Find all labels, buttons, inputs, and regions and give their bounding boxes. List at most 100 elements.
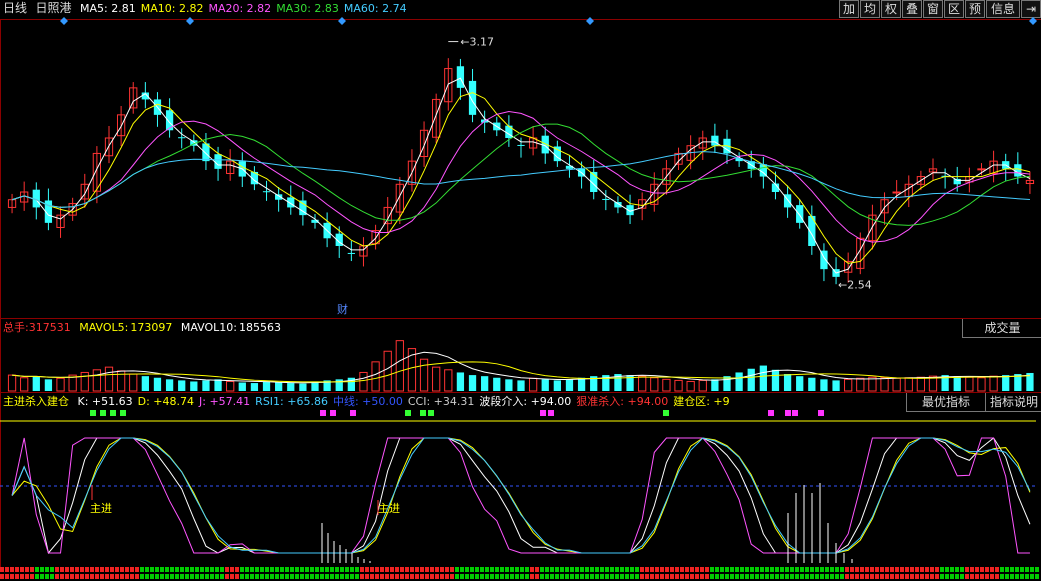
strip-cell — [370, 574, 374, 579]
strip-cell — [510, 574, 514, 579]
volume-bar-32 — [395, 340, 404, 392]
strip-cell — [455, 567, 459, 572]
strip-cell — [195, 567, 199, 572]
strip-cell — [215, 567, 219, 572]
strip-cell — [90, 567, 94, 572]
strip-cell — [405, 567, 409, 572]
strip-cell — [370, 567, 374, 572]
best-indicator-button[interactable]: 最优指标 — [906, 393, 985, 412]
strip-cell — [835, 567, 839, 572]
strip-cell — [340, 567, 344, 572]
strip-cell — [85, 574, 89, 579]
strip-cell — [105, 567, 109, 572]
strip-cell — [125, 567, 129, 572]
strip-cell — [290, 574, 294, 579]
strip-cell — [990, 574, 994, 579]
strip-cell — [805, 574, 809, 579]
strip-cell — [680, 574, 684, 579]
strip-cell — [500, 574, 504, 579]
strip-cell — [605, 567, 609, 572]
strip-cell — [190, 567, 194, 572]
strip-cell — [280, 574, 284, 579]
indicator-item-1: D: +48.74 — [137, 395, 195, 408]
strip-cell — [735, 574, 739, 579]
strip-cell — [1010, 567, 1014, 572]
strip-cell — [565, 567, 569, 572]
strip-cell — [310, 567, 314, 572]
candle-body-83 — [1014, 164, 1022, 177]
rsi-line — [11, 437, 1031, 554]
strip-cell — [1030, 574, 1034, 579]
strip-cell — [525, 567, 529, 572]
volume-bar-60 — [735, 372, 743, 391]
indicator-help-button[interactable]: 指标说明 — [985, 393, 1041, 412]
volume-bar-67 — [820, 379, 828, 391]
strip-cell — [90, 574, 94, 579]
strip-cell — [100, 567, 104, 572]
strip-cell — [110, 574, 114, 579]
signal-square-15 — [792, 410, 798, 416]
strip-cell — [155, 574, 159, 579]
indicator-item-5: CCI: +34.31 — [407, 395, 475, 408]
strip-cell — [295, 567, 299, 572]
strip-cell — [640, 574, 644, 579]
volume-button[interactable]: 成交量 — [962, 319, 1041, 338]
ma20-line — [11, 110, 1031, 243]
mavol5-label: MAVOL5: — [79, 321, 129, 334]
strip-cell — [660, 567, 664, 572]
strip-cell — [645, 567, 649, 572]
strip-cell — [775, 567, 779, 572]
strip-cell — [870, 574, 874, 579]
strip-cell — [10, 574, 14, 579]
volume-bar-35 — [432, 366, 441, 392]
strip-cell — [935, 567, 939, 572]
strip-cell — [30, 574, 34, 579]
strip-cell — [375, 567, 379, 572]
strip-cell — [155, 567, 159, 572]
candle-body-42 — [517, 144, 525, 146]
strip-cell — [450, 574, 454, 579]
strip-cell — [550, 567, 554, 572]
strip-cell — [115, 574, 119, 579]
event-diamond-3 — [586, 17, 594, 25]
strip-cell — [425, 574, 429, 579]
strip-cell — [385, 567, 389, 572]
strip-cell — [430, 574, 434, 579]
strip-cell — [200, 574, 204, 579]
strip-cell — [395, 574, 399, 579]
strip-cell — [175, 574, 179, 579]
strip-cell — [65, 574, 69, 579]
volume-bar-40 — [493, 377, 501, 391]
strip-cell — [885, 567, 889, 572]
volume-bar-36 — [444, 369, 453, 392]
volume-bar-65 — [796, 376, 804, 391]
strip-cell — [570, 574, 574, 579]
strip-cell — [925, 574, 929, 579]
strip-cell — [320, 567, 324, 572]
strip-cell — [440, 574, 444, 579]
strip-cell — [245, 574, 249, 579]
strip-cell — [190, 574, 194, 579]
strip-cell — [580, 574, 584, 579]
strip-cell — [1035, 567, 1039, 572]
strip-cell — [635, 567, 639, 572]
volume-bar-52 — [638, 375, 647, 392]
strip-cell — [755, 567, 759, 572]
strip-cell — [625, 574, 629, 579]
strip-cell — [955, 567, 959, 572]
indicator-name: 主进杀入建仓 — [3, 395, 69, 408]
strip-cell — [650, 574, 654, 579]
strip-cell — [75, 567, 79, 572]
strip-cell — [555, 567, 559, 572]
volume-bar-80 — [977, 377, 986, 392]
signal-square-8 — [420, 410, 426, 416]
volume-bar-1 — [20, 377, 29, 392]
annotation-zhujin-1: 主进 — [90, 502, 112, 515]
strip-cell — [850, 574, 854, 579]
volume-bar-2 — [32, 376, 40, 391]
strip-cell — [610, 574, 614, 579]
strip-cell — [985, 574, 989, 579]
strip-cell — [275, 574, 279, 579]
volume-bar-20 — [250, 383, 259, 391]
strip-cell — [480, 574, 484, 579]
